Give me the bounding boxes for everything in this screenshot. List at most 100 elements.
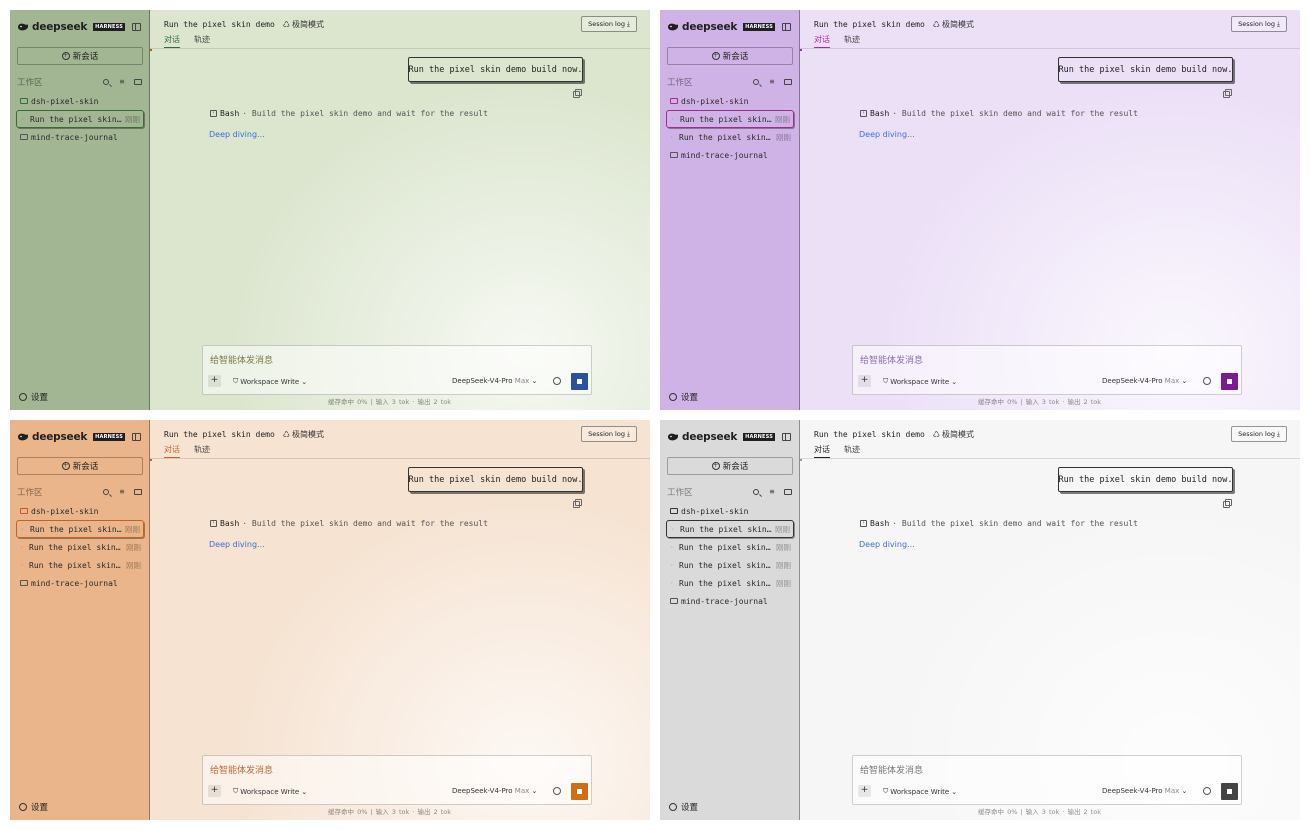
- folder-item-active[interactable]: dsh-pixel-skin: [666, 92, 794, 110]
- session-item[interactable]: · Run the pixel skin… 刚刚: [666, 110, 794, 128]
- mode-toggle[interactable]: ♺ 极简模式: [283, 19, 324, 30]
- session-dot-icon: ·: [20, 561, 24, 569]
- tab-chat[interactable]: 对话: [814, 444, 830, 458]
- timer-icon[interactable]: [553, 377, 561, 385]
- tab-chat[interactable]: 对话: [164, 34, 180, 48]
- session-log-button[interactable]: Session log ⤓: [581, 426, 637, 442]
- folder-item[interactable]: mind-trace-journal: [666, 592, 794, 610]
- message-input[interactable]: 给智能体发消息: [210, 353, 273, 366]
- session-item[interactable]: · Run the pixel skin… 刚刚: [666, 556, 794, 574]
- copy-icon[interactable]: [573, 89, 582, 98]
- timer-icon[interactable]: [553, 787, 561, 795]
- folder-name: dsh-pixel-skin: [681, 96, 749, 106]
- folder-item[interactable]: mind-trace-journal: [666, 146, 794, 164]
- folder-item-active[interactable]: dsh-pixel-skin: [666, 502, 794, 520]
- model-select[interactable]: DeepSeek-V4-Pro Max ⌄: [452, 787, 537, 795]
- terminal-icon: ›: [860, 110, 867, 117]
- session-log-button[interactable]: Session log ⤓: [1231, 426, 1287, 442]
- sort-icon[interactable]: ≡: [117, 77, 127, 87]
- copy-icon[interactable]: [1223, 89, 1232, 98]
- sidebar-toggle-icon[interactable]: [132, 433, 141, 441]
- sidebar-toggle-icon[interactable]: [782, 433, 791, 441]
- tab-trace[interactable]: 轨迹: [844, 34, 860, 48]
- folder-item[interactable]: mind-trace-journal: [16, 574, 144, 592]
- search-icon[interactable]: [101, 487, 111, 497]
- copy-icon[interactable]: [1223, 499, 1232, 508]
- new-folder-icon[interactable]: [783, 77, 793, 87]
- new-folder-icon[interactable]: [133, 487, 143, 497]
- message-input[interactable]: 给智能体发消息: [860, 763, 923, 776]
- tab-trace[interactable]: 轨迹: [844, 444, 860, 458]
- mode-toggle[interactable]: ♺ 极简模式: [933, 429, 974, 440]
- tab-trace[interactable]: 轨迹: [194, 34, 210, 48]
- stop-button[interactable]: [571, 373, 588, 390]
- tool-call[interactable]: › Bash · Build the pixel skin demo and w…: [860, 109, 1138, 118]
- composer[interactable]: 给智能体发消息 + ⛉ Workspace Write ⌄ DeepSeek-V…: [852, 755, 1242, 805]
- composer[interactable]: 给智能体发消息 + ⛉ Workspace Write ⌄ DeepSeek-V…: [202, 345, 592, 395]
- tool-call[interactable]: › Bash · Build the pixel skin demo and w…: [210, 519, 488, 528]
- mode-toggle[interactable]: ♺ 极简模式: [283, 429, 324, 440]
- add-attachment-button[interactable]: +: [208, 785, 221, 797]
- tab-chat[interactable]: 对话: [164, 444, 180, 458]
- session-item[interactable]: · Run the pixel skin… 刚刚: [666, 520, 794, 538]
- settings-button[interactable]: 设置: [19, 801, 48, 813]
- model-select[interactable]: DeepSeek-V4-Pro Max ⌄: [452, 377, 537, 385]
- settings-button[interactable]: 设置: [19, 391, 48, 403]
- folder-icon: [670, 98, 678, 104]
- new-chat-button[interactable]: + 新会话: [667, 457, 793, 475]
- sort-icon[interactable]: ≡: [767, 77, 777, 87]
- model-select[interactable]: DeepSeek-V4-Pro Max ⌄: [1102, 787, 1187, 795]
- mode-toggle[interactable]: ♺ 极简模式: [933, 19, 974, 30]
- new-chat-label: 新会话: [72, 52, 99, 62]
- workspace-mode-select[interactable]: ⛉ Workspace Write ⌄: [233, 377, 307, 386]
- model-select[interactable]: DeepSeek-V4-Pro Max ⌄: [1102, 377, 1187, 385]
- sidebar-toggle-icon[interactable]: [132, 23, 141, 31]
- tab-chat[interactable]: 对话: [814, 34, 830, 48]
- timer-icon[interactable]: [1203, 377, 1211, 385]
- add-attachment-button[interactable]: +: [858, 375, 871, 387]
- add-attachment-button[interactable]: +: [858, 785, 871, 797]
- composer[interactable]: 给智能体发消息 + ⛉ Workspace Write ⌄ DeepSeek-V…: [852, 345, 1242, 395]
- sidebar-toggle-icon[interactable]: [782, 23, 791, 31]
- folder-item[interactable]: mind-trace-journal: [16, 128, 144, 146]
- tool-call[interactable]: › Bash · Build the pixel skin demo and w…: [210, 109, 488, 118]
- tool-call[interactable]: › Bash · Build the pixel skin demo and w…: [860, 519, 1138, 528]
- workspace-mode-select[interactable]: ⛉ Workspace Write ⌄: [883, 377, 957, 386]
- timer-icon[interactable]: [1203, 787, 1211, 795]
- session-item[interactable]: · Run the pixel skin… 刚刚: [666, 128, 794, 146]
- workspace-mode-select[interactable]: ⛉ Workspace Write ⌄: [883, 787, 957, 796]
- settings-button[interactable]: 设置: [669, 391, 698, 403]
- tab-trace[interactable]: 轨迹: [194, 444, 210, 458]
- workspace-mode-select[interactable]: ⛉ Workspace Write ⌄: [233, 787, 307, 796]
- folder-item-active[interactable]: dsh-pixel-skin: [16, 502, 144, 520]
- new-folder-icon[interactable]: [133, 77, 143, 87]
- session-name: Run the pixel skin…: [30, 114, 122, 124]
- settings-button[interactable]: 设置: [669, 801, 698, 813]
- session-item[interactable]: · Run the pixel skin… 刚刚: [666, 574, 794, 592]
- new-folder-icon[interactable]: [783, 487, 793, 497]
- sort-icon[interactable]: ≡: [767, 487, 777, 497]
- session-item[interactable]: · Run the pixel skin… 刚刚: [16, 520, 144, 538]
- search-icon[interactable]: [751, 77, 761, 87]
- add-attachment-button[interactable]: +: [208, 375, 221, 387]
- new-chat-button[interactable]: + 新会话: [667, 47, 793, 65]
- message-input[interactable]: 给智能体发消息: [210, 763, 273, 776]
- new-chat-button[interactable]: + 新会话: [17, 457, 143, 475]
- copy-icon[interactable]: [573, 499, 582, 508]
- stop-button[interactable]: [571, 783, 588, 800]
- session-item[interactable]: · Run the pixel skin… 刚刚: [16, 556, 144, 574]
- message-input[interactable]: 给智能体发消息: [860, 353, 923, 366]
- search-icon[interactable]: [751, 487, 761, 497]
- session-item[interactable]: · Run the pixel skin… 刚刚: [666, 538, 794, 556]
- stop-button[interactable]: [1221, 783, 1238, 800]
- composer[interactable]: 给智能体发消息 + ⛉ Workspace Write ⌄ DeepSeek-V…: [202, 755, 592, 805]
- session-item[interactable]: · Run the pixel skin… 刚刚: [16, 538, 144, 556]
- session-log-button[interactable]: Session log ⤓: [1231, 16, 1287, 32]
- search-icon[interactable]: [101, 77, 111, 87]
- new-chat-button[interactable]: + 新会话: [17, 47, 143, 65]
- session-log-button[interactable]: Session log ⤓: [581, 16, 637, 32]
- sort-icon[interactable]: ≡: [117, 487, 127, 497]
- stop-button[interactable]: [1221, 373, 1238, 390]
- session-item[interactable]: · Run the pixel skin… 刚刚: [16, 110, 144, 128]
- folder-item-active[interactable]: dsh-pixel-skin: [16, 92, 144, 110]
